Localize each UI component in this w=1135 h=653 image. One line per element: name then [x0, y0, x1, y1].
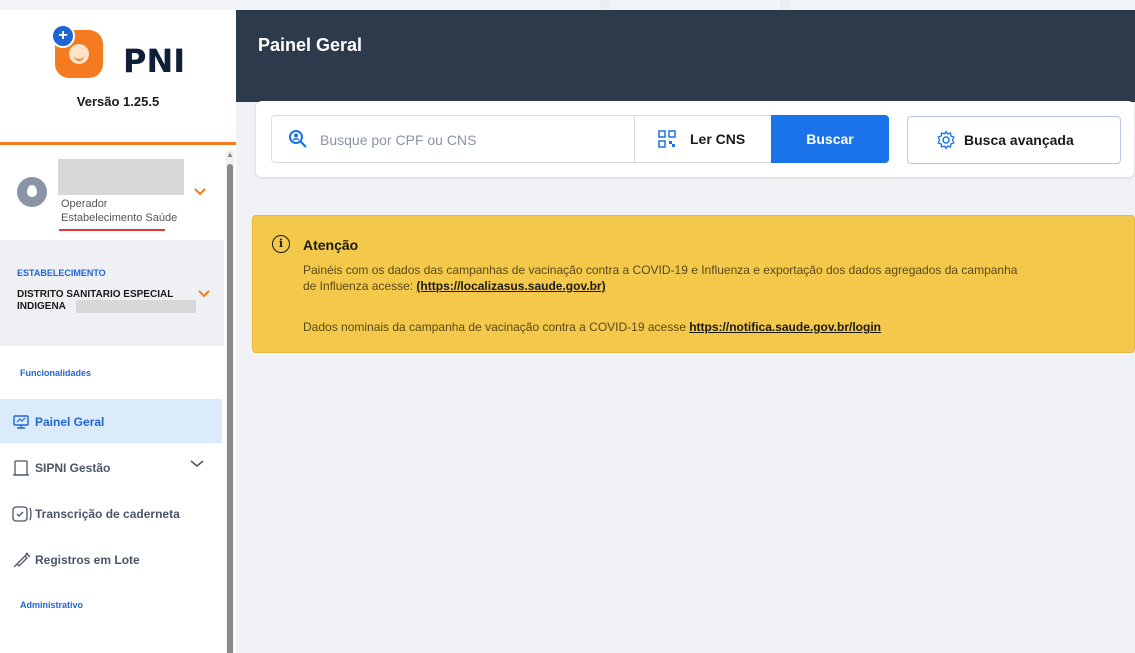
- top-strip: [0, 0, 1135, 10]
- search-input[interactable]: Busque por CPF ou CNS: [271, 115, 634, 163]
- notifica-link[interactable]: https://notifica.saude.gov.br/login: [689, 320, 881, 334]
- sidebar-item-label: Painel Geral: [35, 415, 105, 429]
- redacted-user-name: [58, 159, 184, 195]
- document-icon: [12, 459, 30, 477]
- sidebar-scrollbar[interactable]: ▲: [226, 150, 234, 653]
- sidebar: + PNI Versão 1.25.5 Operador Estabelecim…: [0, 10, 236, 653]
- alert-text-prefix: Dados nominais da campanha de vacinação …: [303, 320, 690, 334]
- advanced-search-button[interactable]: Busca avançada: [907, 116, 1121, 164]
- alert-text-prefix: de Influenza acesse:: [303, 279, 417, 293]
- redacted-establishment: [76, 300, 196, 313]
- establishment-name: DISTRITO SANITARIO ESPECIAL: [17, 289, 174, 300]
- search-user-icon: [288, 129, 308, 154]
- establishment-label: ESTABELECIMENTO: [17, 268, 106, 278]
- section-funcionalidades: Funcionalidades: [20, 368, 92, 378]
- plus-icon: +: [51, 24, 75, 48]
- search-button[interactable]: Buscar: [771, 115, 889, 163]
- attention-alert: i Atenção Painéis com os dados das campa…: [252, 215, 1135, 353]
- establishment-selector[interactable]: ESTABELECIMENTO DISTRITO SANITARIO ESPEC…: [0, 240, 224, 346]
- app-version: Versão 1.25.5: [76, 94, 160, 109]
- monitor-icon: [12, 413, 30, 431]
- chevron-down-icon[interactable]: [198, 287, 210, 301]
- advanced-search-label: Busca avançada: [964, 132, 1074, 148]
- divider: [0, 142, 236, 145]
- alert-text: Dados nominais da campanha de vacinação …: [303, 320, 881, 334]
- read-cns-label: Ler CNS: [690, 131, 746, 147]
- section-administrativo: Administrativo: [20, 600, 84, 610]
- sidebar-item-label: SIPNI Gestão: [35, 461, 111, 475]
- checklist-icon: [12, 505, 32, 523]
- avatar: [17, 177, 47, 207]
- top-strip-segment: [600, 0, 610, 10]
- chevron-down-icon[interactable]: [190, 457, 204, 471]
- page-header: Painel Geral: [236, 10, 1135, 80]
- chevron-down-icon[interactable]: [194, 185, 206, 199]
- logo-text: PNI: [123, 42, 186, 80]
- sidebar-item-painel-geral[interactable]: Painel Geral: [0, 399, 222, 443]
- sidebar-item-registros-lote[interactable]: Registros em Lote: [0, 537, 222, 581]
- search-placeholder: Busque por CPF ou CNS: [320, 132, 477, 148]
- search-button-label: Buscar: [806, 131, 854, 147]
- page-title: Painel Geral: [258, 35, 363, 55]
- user-role: Operador: [61, 198, 108, 210]
- gear-icon: [936, 130, 956, 155]
- syringe-icon: [12, 551, 31, 569]
- read-cns-button[interactable]: Ler CNS: [634, 115, 773, 163]
- header-band: [236, 80, 1135, 102]
- sidebar-item-sipni-gestao[interactable]: SIPNI Gestão: [0, 445, 222, 489]
- alert-title: Atenção: [303, 237, 359, 253]
- alert-text: de Influenza acesse: (https://localizasu…: [303, 279, 606, 293]
- top-strip-segment: [780, 0, 790, 10]
- sidebar-item-label: Registros em Lote: [35, 553, 140, 567]
- sidebar-item-label: Transcrição de caderneta: [35, 507, 180, 521]
- user-profile[interactable]: Operador Estabelecimento Saúde: [0, 147, 224, 240]
- alert-text: Painéis com os dados das campanhas de va…: [303, 263, 1018, 277]
- scroll-up-icon[interactable]: ▲: [226, 150, 234, 160]
- user-establishment-type: Estabelecimento Saúde: [61, 212, 178, 224]
- scrollbar-thumb[interactable]: [227, 164, 233, 653]
- search-card: Busque por CPF ou CNS Ler CNS Buscar Bus…: [256, 101, 1134, 177]
- red-underline: [59, 229, 165, 231]
- localizasus-link[interactable]: (https://localizasus.saude.gov.br): [416, 279, 605, 293]
- establishment-name-line2: INDIGENA: [17, 301, 66, 312]
- info-icon: i: [272, 235, 290, 253]
- qr-code-icon: [657, 129, 677, 154]
- logo[interactable]: + PNI: [51, 24, 195, 84]
- sidebar-item-transcricao[interactable]: Transcrição de caderneta: [0, 491, 222, 535]
